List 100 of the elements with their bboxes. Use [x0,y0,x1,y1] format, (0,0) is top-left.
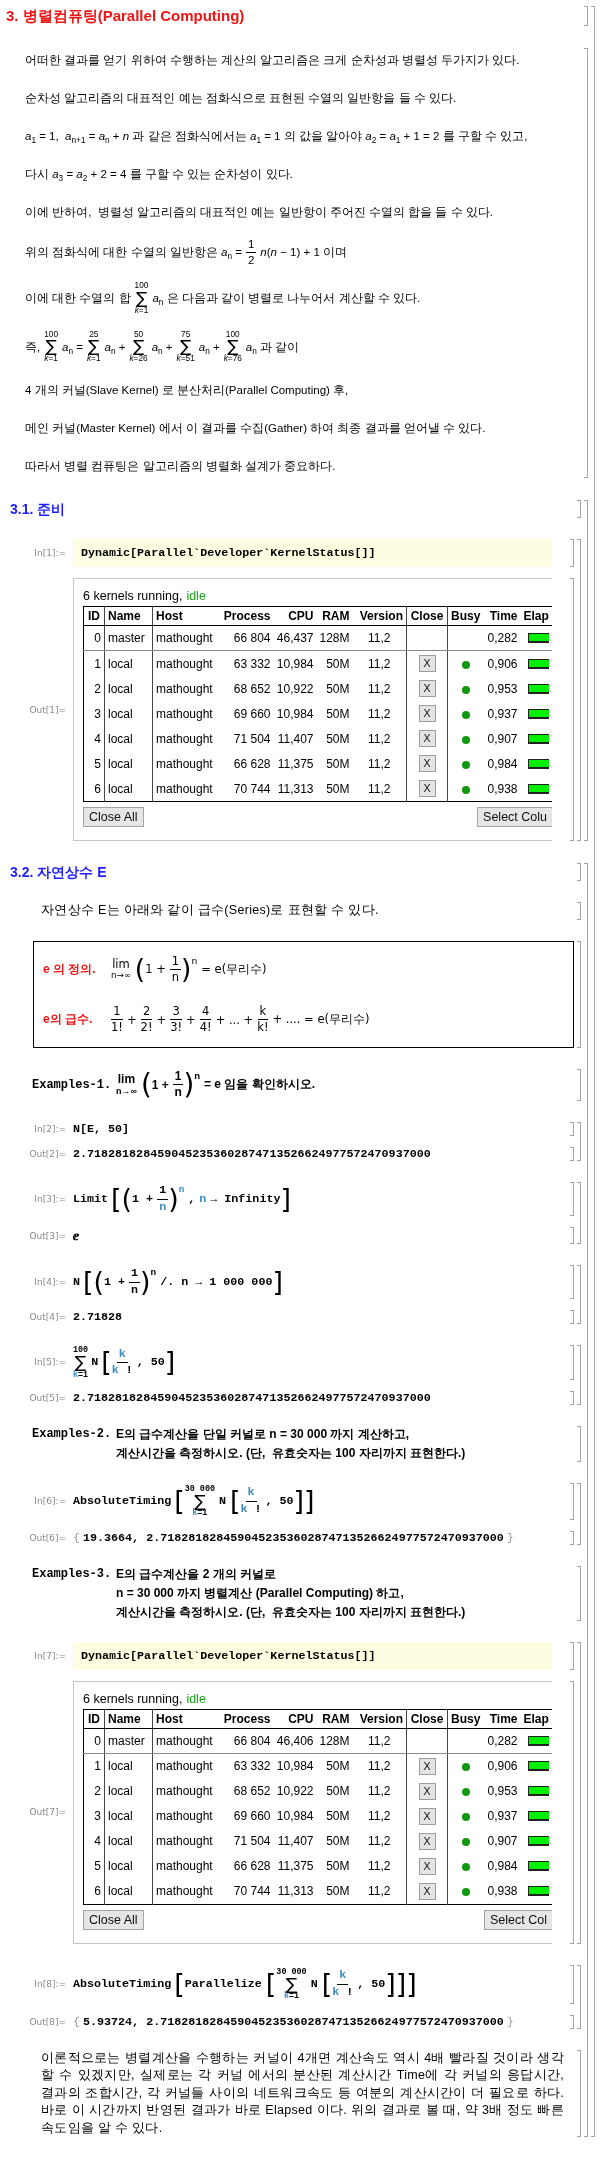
close-button[interactable]: X [418,680,436,698]
delimiter: ] [293,1487,305,1515]
cell-bracket[interactable] [584,48,588,479]
cell-bracket[interactable] [577,1122,581,1162]
close-button[interactable]: X [418,1782,436,1800]
fraction: 1 n [172,1069,184,1101]
table-cell: 0,938 [483,776,521,802]
close-button[interactable]: X [418,1882,436,1900]
column-header: Host [152,606,219,626]
table-cell: 6 [83,776,105,802]
cell-bracket[interactable] [570,1345,574,1380]
column-header: ID [83,1709,105,1729]
elapsed-bar [527,658,549,669]
table-cell: local [104,751,153,777]
column-header: Version [352,606,407,626]
cell-bracket[interactable] [570,539,574,568]
cell-bracket[interactable] [577,539,581,842]
cell-bracket[interactable] [570,1482,574,1520]
fraction: k k ! [332,1969,354,2000]
close-button[interactable]: X [418,1757,436,1775]
cell-bracket[interactable] [584,500,588,842]
cell-bracket[interactable] [570,1530,574,1545]
close-button[interactable]: X [418,1857,436,1875]
cell-bracket[interactable] [584,6,588,26]
output-text: 2.7182818284590452353602874713526624977572470937000 [73,1390,431,1405]
elapsed-bar [527,783,549,794]
cell-bracket[interactable] [570,2014,574,2029]
table-cell: 66 804 [218,625,274,651]
table-cell: local [104,1878,153,1905]
cell-bracket[interactable] [577,863,581,882]
elapsed-bar [527,708,549,719]
cell-bracket[interactable] [570,1680,574,1944]
paragraph-text: 이론적으로는 병렬계산을 수행하는 커널이 4개면 계산속도 역시 4배 빨라질 것이라 생각할 수 있겠지만, 실제로는 각 커널 에서의 분산된 계산시간 Time에 각 커널의 응답시간, 결과의 조합시간, 각 커널들 사이의 네트워크속도 등 여분의 계산시간이 더 필요로 하다. 바로 이 시간까지 반영된 결과가 바로 Elapsed 이다. 위의 결과로 볼 때, 약 3배 정도 빠른 속도임을 알 수 있다. [41,2049,564,2137]
table-cell: 2 [83,1778,105,1804]
cell-bracket[interactable] [584,863,588,2138]
column-header: RAM [316,1709,353,1729]
cell-bracket[interactable] [577,1265,581,1324]
close-button[interactable]: X [418,730,436,748]
delimiter: [ [101,1349,112,1376]
formula-text: + .... = e(무리수) [272,1012,370,1028]
cell-bracket[interactable] [577,1964,581,2029]
cell-bracket[interactable] [577,1345,581,1405]
cell-bracket[interactable] [577,1482,581,1545]
cell-bracket[interactable] [577,1641,581,1944]
cell-bracket[interactable] [570,1641,574,1670]
table-cell-text: 0,907 [486,1833,519,1851]
table-cell: 70 744 [218,776,274,802]
table-cell-text: 10,984 [275,705,315,723]
delimiter: ] [385,1970,396,1998]
cell-bracket[interactable] [570,1147,574,1162]
table-cell-text: 71 504 [232,1833,272,1851]
cell-bracket[interactable] [577,1182,581,1245]
close-button[interactable]: X [418,780,436,798]
cell-bracket[interactable] [570,1310,574,1324]
input-label: In[8]:= [33,1979,66,1990]
table-cell-text: 50M [325,1808,351,1826]
table-cell: 11,2 [352,726,407,752]
table-cell: master [104,625,153,651]
cell-bracket[interactable] [570,1122,574,1137]
table-cell: 11,2 [352,676,407,702]
paragraph-text: 이에 대한 수열의 합 [25,291,131,307]
delimiter: ] [164,1349,176,1376]
cell-bracket[interactable] [570,1265,574,1299]
cell-bracket[interactable] [570,578,574,842]
cell-bracket[interactable] [577,2049,581,2138]
close-all-button[interactable]: Close All [83,1909,144,1930]
cell-bracket[interactable] [570,1964,574,2004]
close-all-button[interactable]: Close All [83,807,144,828]
close-button[interactable]: X [418,705,436,723]
select-columns-button[interactable]: Select Col [484,1909,552,1930]
delimiter: [ [83,1268,94,1296]
close-button[interactable]: X [418,755,436,773]
cell-bracket[interactable] [577,1425,581,1462]
table-cell: 50M [316,1878,353,1905]
cell-bracket[interactable] [577,902,581,920]
table-cell: mathought [152,701,219,727]
summation: 100 ∑ k=76 [223,329,242,365]
cell-bracket[interactable] [577,1068,581,1102]
cell-bracket[interactable] [570,1227,574,1245]
select-columns-button[interactable]: Select Colu [477,807,552,828]
cell-bracket[interactable] [591,6,595,2138]
table-cell: local [104,726,153,752]
column-header: Name [104,1709,153,1729]
cell-bracket[interactable] [570,1390,574,1405]
paragraph-text: a$_{n}$ 과 같이 [245,339,300,355]
cell-bracket[interactable] [577,500,581,519]
cell-bracket[interactable] [577,1565,581,1621]
table-cell: local [104,1853,153,1879]
close-button[interactable]: X [418,655,436,673]
cell-bracket[interactable] [577,940,581,1048]
delimiter: ] [280,1185,291,1213]
close-button[interactable]: X [418,1832,436,1850]
table-cell: 3 [83,1803,105,1829]
close-button[interactable]: X [418,1807,436,1825]
table-cell: 0,906 [483,650,521,677]
cell-bracket[interactable] [570,1182,574,1217]
status-text: idle [186,1691,206,1706]
delimiter: [ [230,1487,241,1515]
table-cell: 128M [316,625,353,651]
code-text: /. n → 1 000 000 [160,1275,273,1290]
